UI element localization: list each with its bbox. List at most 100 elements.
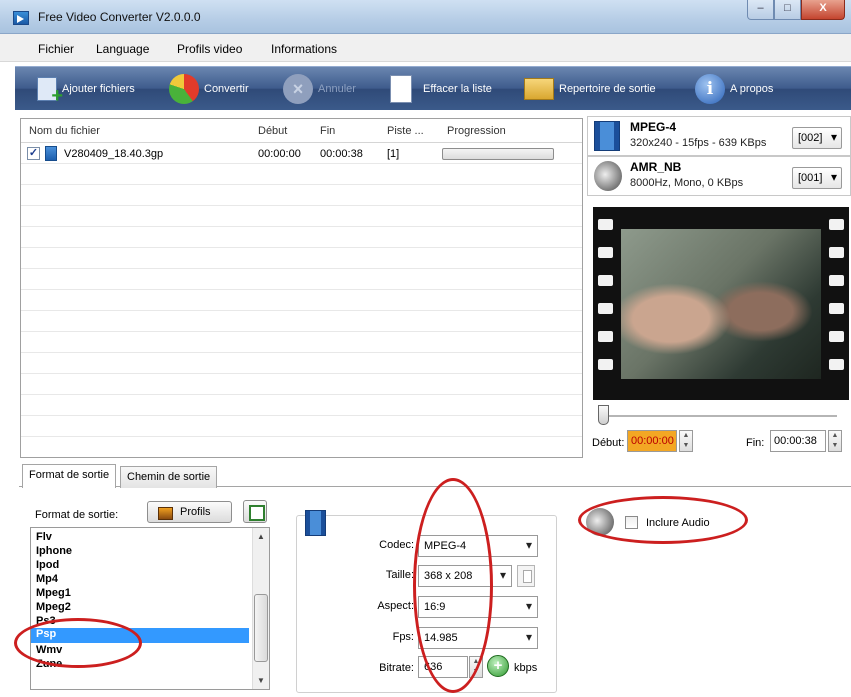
film-sprocket — [829, 303, 844, 314]
bitrate-input[interactable]: 636 — [418, 656, 468, 678]
file-track: [1] — [387, 148, 400, 160]
empty-row — [21, 249, 582, 269]
file-list: Nom du fichier Début Fin Piste ... Progr… — [20, 118, 583, 458]
video-frame — [621, 229, 821, 379]
menu-profils-video[interactable]: Profils video — [177, 42, 242, 56]
audio-codec: AMR_NB — [630, 160, 682, 174]
empty-row — [21, 186, 582, 206]
file-progress-bar — [442, 148, 554, 160]
include-audio-checkbox[interactable] — [625, 516, 638, 529]
column-progress[interactable]: Progression — [447, 125, 506, 137]
minimize-button[interactable]: – — [747, 0, 774, 20]
empty-row — [21, 291, 582, 311]
edit-size-button[interactable] — [517, 565, 535, 587]
app-icon — [13, 11, 29, 25]
scrollbar-thumb[interactable] — [254, 594, 268, 662]
size-select[interactable]: 368 x 208 — [418, 565, 512, 587]
aspect-label: Aspect: — [377, 600, 414, 612]
output-directory-button[interactable]: Repertoire de sortie — [524, 67, 656, 111]
bitrate-spinner[interactable]: ▲ ▼ — [469, 656, 483, 678]
list-item[interactable]: Iphone — [36, 545, 72, 557]
video-stream-select[interactable]: [002] — [792, 127, 842, 149]
video-file-icon — [45, 146, 57, 161]
add-files-label: Ajouter fichiers — [62, 83, 135, 95]
file-name: V280409_18.40.3gp — [64, 148, 164, 160]
column-track[interactable]: Piste ... — [387, 125, 424, 137]
film-sprocket — [598, 247, 613, 258]
menu-language[interactable]: Language — [96, 42, 149, 56]
scroll-down-icon[interactable]: ▼ — [257, 676, 265, 685]
empty-row — [21, 270, 582, 290]
add-files-button[interactable]: Ajouter fichiers — [37, 67, 135, 111]
about-button[interactable]: i A propos — [695, 67, 773, 111]
start-time-spinner[interactable]: ▲ ▼ — [679, 430, 693, 452]
list-item[interactable]: Wmv — [36, 644, 62, 656]
film-sprocket — [598, 359, 613, 370]
end-time-input[interactable]: 00:00:38 — [770, 430, 826, 452]
format-list-scrollbar[interactable]: ▲ ▼ — [252, 528, 269, 689]
film-sprocket — [829, 247, 844, 258]
list-item[interactable]: Mpeg2 — [36, 601, 71, 613]
timeline-slider-thumb[interactable] — [598, 405, 609, 425]
add-bitrate-button[interactable]: + — [487, 655, 509, 677]
tab-output-format[interactable]: Format de sortie — [22, 464, 117, 488]
toolbar: Ajouter fichiers Convertir × Annuler Eff… — [15, 66, 851, 110]
fps-label: Fps: — [392, 631, 414, 643]
maximize-button[interactable]: □ — [774, 0, 801, 20]
column-start[interactable]: Début — [258, 125, 287, 137]
film-sprocket — [829, 359, 844, 370]
fps-select[interactable]: 14.985 — [418, 627, 538, 649]
info-icon: i — [695, 74, 725, 104]
empty-row — [21, 165, 582, 185]
tab-output-path[interactable]: Chemin de sortie — [120, 466, 218, 488]
list-item[interactable]: Mpeg1 — [36, 587, 71, 599]
output-directory-label: Repertoire de sortie — [559, 83, 656, 95]
convert-button[interactable]: Convertir — [169, 67, 249, 111]
profiles-button[interactable]: Profils — [147, 501, 232, 523]
column-filename[interactable]: Nom du fichier — [29, 125, 100, 137]
film-sprocket — [598, 219, 613, 230]
audio-info: 8000Hz, Mono, 0 KBps — [630, 177, 744, 189]
start-time-input[interactable]: 00:00:00 — [627, 430, 677, 452]
codec-select[interactable]: MPEG-4 — [418, 535, 538, 557]
list-item[interactable]: Ps3 — [36, 615, 56, 627]
empty-row — [21, 228, 582, 248]
film-sprocket — [829, 331, 844, 342]
include-audio-label[interactable]: Inclure Audio — [646, 517, 710, 529]
file-row[interactable]: ✓ V280409_18.40.3gp 00:00:00 00:00:38 [1… — [21, 144, 582, 164]
list-item[interactable]: Ipod — [36, 559, 59, 571]
end-time-spinner[interactable]: ▲ ▼ — [828, 430, 842, 452]
menu-informations[interactable]: Informations — [271, 42, 337, 56]
save-profile-button[interactable] — [243, 500, 267, 523]
scroll-up-icon[interactable]: ▲ — [257, 532, 265, 541]
aspect-select[interactable]: 16:9 — [418, 596, 538, 618]
start-time-label: Début: — [592, 437, 625, 449]
close-button[interactable]: X — [801, 0, 845, 20]
bitrate-unit: kbps — [514, 662, 538, 674]
audio-stream-select[interactable]: [001] — [792, 167, 842, 189]
file-checkbox[interactable]: ✓ — [27, 147, 40, 160]
list-item-selected[interactable]: Psp — [31, 628, 249, 643]
video-stream-box: MPEG-4 320x240 - 15fps - 639 KBps [002] — [587, 116, 851, 156]
format-list[interactable]: Flv Iphone Ipod Mp4 Mpeg1 Mpeg2 Ps3 Psp … — [30, 527, 270, 690]
clear-list-button[interactable]: Effacer la liste — [390, 67, 492, 111]
list-item[interactable]: Flv — [36, 531, 52, 543]
folder-icon — [524, 78, 554, 100]
video-info: 320x240 - 15fps - 639 KBps — [630, 137, 767, 149]
empty-row — [21, 333, 582, 353]
film-icon — [594, 121, 620, 151]
menu-bar: Fichier Language Profils video Informati… — [0, 34, 851, 62]
video-codec: MPEG-4 — [630, 120, 677, 134]
cancel-icon: × — [283, 74, 313, 104]
cancel-label: Annuler — [318, 83, 356, 95]
menu-fichier[interactable]: Fichier — [38, 42, 74, 56]
clear-list-label: Effacer la liste — [423, 83, 492, 95]
end-time-label: Fin: — [746, 437, 765, 449]
timeline-slider[interactable] — [604, 415, 837, 417]
empty-row — [21, 417, 582, 437]
speaker-icon — [594, 161, 622, 191]
list-item[interactable]: Zune — [36, 658, 62, 670]
cancel-button[interactable]: × Annuler — [283, 67, 356, 111]
list-item[interactable]: Mp4 — [36, 573, 58, 585]
column-end[interactable]: Fin — [320, 125, 335, 137]
